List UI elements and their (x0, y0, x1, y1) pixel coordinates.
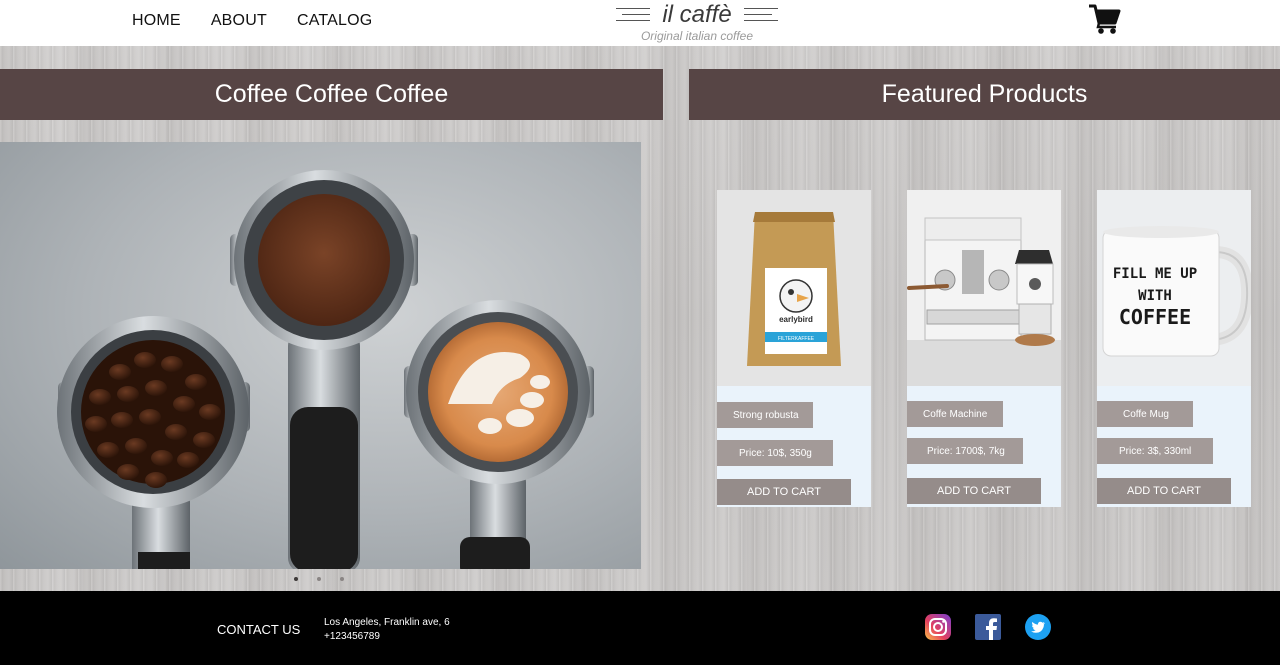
logo-subtitle: Original italian coffee (640, 29, 754, 43)
slider-dot[interactable] (317, 577, 321, 581)
hero-slider-image[interactable] (0, 142, 641, 569)
add-to-cart-button[interactable]: ADD TO CART (1097, 478, 1231, 504)
slider-dot[interactable] (340, 577, 344, 581)
hero-banner-title: Coffee Coffee Coffee (214, 80, 449, 108)
site-header: HOME ABOUT CATALOG il caffè Original ita… (0, 0, 1280, 46)
mug-text-line: COFFEE (1119, 305, 1191, 329)
phone-text: +123456789 (324, 631, 380, 642)
product-price-tag: Price: 3$, 330ml (1097, 438, 1213, 464)
product-name-tag: Coffe Mug (1097, 401, 1193, 427)
nav-catalog-link[interactable]: CATALOG (297, 12, 373, 30)
instagram-icon[interactable] (925, 614, 951, 640)
main-nav: HOME ABOUT CATALOG (132, 12, 372, 30)
bag-brand: earlybird (779, 315, 813, 324)
contact-us-title: CONTACT US (217, 622, 301, 637)
mug-text-line: FILL ME UP (1113, 266, 1197, 282)
facebook-icon[interactable] (975, 614, 1001, 640)
mug-text-line: WITH (1138, 288, 1172, 304)
address-text: Los Angeles, Franklin ave, 6 (324, 617, 450, 628)
twitter-icon[interactable] (1025, 614, 1051, 640)
add-to-cart-button[interactable]: ADD TO CART (907, 478, 1041, 504)
slider-dots (294, 577, 344, 581)
featured-banner: Featured Products (689, 69, 1280, 120)
shopping-cart-icon[interactable] (1088, 3, 1122, 35)
product-card-mug: FILL ME UP WITH COFFEE Coffe Mug Price: … (1097, 190, 1251, 507)
product-card-machine: Coffe Machine Price: 1700$, 7kg ADD TO C… (907, 190, 1061, 507)
contact-details: Los Angeles, Franklin ave, 6 +123456789 (324, 616, 450, 644)
add-to-cart-button[interactable]: ADD TO CART (717, 479, 851, 505)
product-image-coffee-bag[interactable]: earlybird FILTERKAFFEE (717, 190, 871, 386)
nav-home-link[interactable]: HOME (132, 12, 181, 30)
product-image-coffee-mug[interactable]: FILL ME UP WITH COFFEE (1097, 190, 1251, 386)
product-name-tag: Strong robusta (717, 402, 813, 428)
logo-title: il caffè (662, 1, 732, 28)
nav-about-link[interactable]: ABOUT (211, 12, 267, 30)
site-logo[interactable]: il caffè Original italian coffee (614, 0, 780, 46)
hero-banner: Coffee Coffee Coffee (0, 69, 663, 120)
product-image-coffee-machine[interactable] (907, 190, 1061, 386)
product-price-tag: Price: 10$, 350g (717, 440, 833, 466)
bag-label: FILTERKAFFEE (778, 336, 815, 342)
product-price-tag: Price: 1700$, 7kg (907, 438, 1023, 464)
slider-dot[interactable] (294, 577, 298, 581)
featured-banner-title: Featured Products (881, 80, 1088, 108)
product-card-robusta: earlybird FILTERKAFFEE Strong robusta Pr… (717, 190, 871, 507)
site-footer: CONTACT US Los Angeles, Franklin ave, 6 … (0, 591, 1280, 665)
product-name-tag: Coffe Machine (907, 401, 1003, 427)
